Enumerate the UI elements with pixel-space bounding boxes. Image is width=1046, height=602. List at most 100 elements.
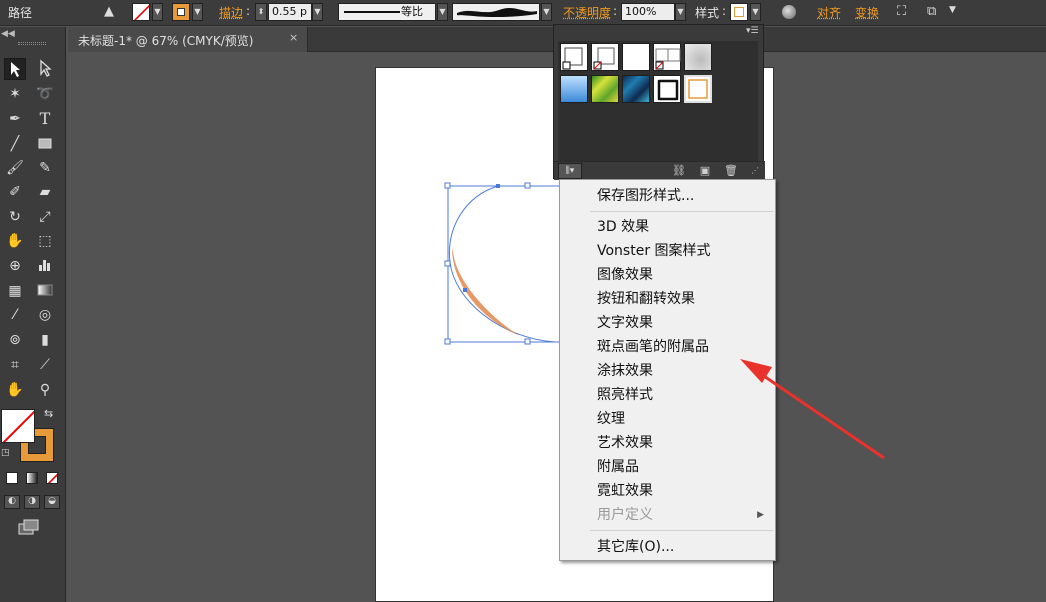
direct-selection-tool-icon[interactable] [34, 58, 56, 80]
arrange-icon[interactable]: ⧉ [927, 4, 936, 19]
scale-tool-icon[interactable]: ⤢ [34, 206, 56, 228]
menu-item-illuminate-styles[interactable]: 照亮样式 [561, 383, 774, 407]
isolate-icon[interactable]: ⛶ [897, 4, 906, 19]
stroke-weight-stepper[interactable]: ⬍ [255, 3, 267, 21]
style-tile-blue-gradient[interactable] [560, 75, 588, 103]
style-tile-default[interactable] [560, 43, 588, 71]
style-tile-green-swirl[interactable] [591, 75, 619, 103]
opacity-dropdown[interactable]: ▼ [675, 3, 686, 21]
rectangle-tool-icon[interactable] [34, 133, 56, 155]
stroke-label[interactable]: 描边 [219, 4, 243, 21]
default-fill-stroke-icon[interactable]: ◳ [1, 448, 10, 458]
menu-item-vonster-patterns[interactable]: Vonster 图案样式 [561, 239, 774, 263]
artboard-tool-icon[interactable]: ⌗ [4, 354, 26, 376]
recolor-icon[interactable] [782, 5, 796, 19]
new-style-icon[interactable]: ▣ [698, 164, 712, 178]
colon-3: : [722, 4, 727, 18]
style-tile-rough-border[interactable] [653, 75, 681, 103]
menu-item-blob-brush-accessories[interactable]: 斑点画笔的附属品 [561, 335, 774, 359]
screen-mode-icon[interactable] [18, 519, 40, 535]
brush-dropdown[interactable]: ▼ [541, 3, 552, 21]
opacity-label[interactable]: 不透明度 [563, 4, 611, 21]
free-transform-tool-icon[interactable]: ⬚ [34, 230, 56, 252]
style-tile-soft-shadow[interactable] [684, 43, 712, 71]
line-tool-icon[interactable]: ╱ [4, 133, 26, 155]
panel-grip[interactable] [18, 42, 46, 45]
color-mode-button[interactable] [6, 472, 18, 484]
swap-fill-stroke-icon[interactable]: ⇆ [44, 407, 53, 420]
style-tile-orange-brush[interactable] [684, 75, 712, 103]
menu-item-other-library[interactable]: 其它库(O)... [561, 535, 774, 559]
menu-item-3d-effects[interactable]: 3D 效果 [561, 215, 774, 239]
gradient-tool-icon[interactable] [34, 280, 56, 302]
close-tab-icon[interactable]: × [289, 31, 298, 44]
blob-brush-tool-icon[interactable]: ✐ [4, 181, 26, 203]
control-bar: 路径 ▲ ▼ ▼ 描边 : ⬍ 0.55 p ▼ 等比 ▼ ▼ 不透明度 : 1… [0, 0, 1046, 26]
graphic-styles-panel: ▾☰ ⫼▾ ⛓ ▣ 🗑 ⋰ [553, 24, 765, 180]
draw-behind-icon[interactable]: ◑ [24, 495, 40, 509]
styles-library-menu-icon[interactable]: ⫼▾ [558, 163, 582, 179]
warp-tool-icon[interactable]: ✋ [4, 230, 26, 252]
menu-item-artistic-effects[interactable]: 艺术效果 [561, 431, 774, 455]
style-tile-no-stroke[interactable] [591, 43, 619, 71]
shape-builder-tool-icon[interactable]: ⊕ [4, 255, 26, 277]
slice-tool-icon[interactable]: ⟋ [34, 354, 56, 376]
document-tab[interactable]: 未标题-1* @ 67% (CMYK/预览) × [68, 27, 308, 52]
stroke-profile-dropdown[interactable]: ▼ [437, 3, 448, 21]
fill-dropdown[interactable]: ▼ [152, 3, 163, 21]
magic-wand-tool-icon[interactable]: ✶ [4, 83, 26, 105]
stroke-weight-field[interactable]: 0.55 p [268, 3, 312, 21]
style-tile-split[interactable] [653, 43, 681, 71]
warning-icon: ▲ [104, 4, 114, 19]
opacity-field[interactable]: 100% [621, 3, 675, 21]
menu-item-neon-effects[interactable]: 霓虹效果 [561, 479, 774, 503]
pencil-tool-icon[interactable]: ✎ [34, 157, 56, 179]
style-swatch[interactable] [730, 3, 748, 21]
menu-item-accessories[interactable]: 附属品 [561, 455, 774, 479]
resize-grip-icon[interactable]: ⋰ [748, 164, 762, 178]
rotate-tool-icon[interactable]: ↻ [4, 206, 26, 228]
draw-inside-icon[interactable]: ◒ [44, 495, 60, 509]
eraser-tool-icon[interactable]: ▰ [34, 181, 56, 203]
blend-tool-icon[interactable]: ◎ [34, 304, 56, 326]
menu-item-button-rollover[interactable]: 按钮和翻转效果 [561, 287, 774, 311]
control-menu-chevron-icon[interactable]: ▼ [949, 5, 956, 15]
selection-tool-icon[interactable] [4, 58, 26, 80]
type-tool-icon[interactable]: T [34, 108, 56, 130]
gradient-mode-button[interactable] [26, 472, 38, 484]
brush-definition-field[interactable] [452, 3, 540, 21]
hand-tool-icon[interactable]: ✋ [4, 379, 26, 401]
menu-item-type-effects[interactable]: 文字效果 [561, 311, 774, 335]
menu-item-textures[interactable]: 纹理 [561, 407, 774, 431]
delete-style-icon[interactable]: 🗑 [724, 164, 738, 178]
style-tile-blue-swirl[interactable] [622, 75, 650, 103]
eyedropper-tool-icon[interactable]: ⁄ [4, 304, 26, 326]
graph-tool-icon[interactable] [34, 255, 56, 277]
mesh-tool-icon[interactable]: ▦ [4, 280, 26, 302]
stroke-swatch[interactable] [172, 3, 190, 21]
collapse-panel-icon[interactable]: ◀◀ [1, 29, 15, 39]
column-graph-tool-icon[interactable]: ▮ [34, 329, 56, 351]
fill-color-box[interactable] [1, 409, 35, 443]
lasso-tool-icon[interactable]: ➰ [34, 83, 56, 105]
style-label: 样式 [695, 6, 720, 20]
style-tile-white[interactable] [622, 43, 650, 71]
transform-label[interactable]: 变换 [855, 4, 879, 21]
pen-tool-icon[interactable]: ✒ [4, 108, 26, 130]
menu-item-scribble-effects[interactable]: 涂抹效果 [561, 359, 774, 383]
draw-normal-icon[interactable]: ◐ [4, 495, 20, 509]
stroke-profile-field[interactable]: 等比 [338, 3, 436, 21]
align-label[interactable]: 对齐 [817, 4, 841, 21]
panel-menu-icon[interactable]: ▾☰ [746, 26, 759, 36]
paintbrush-tool-icon[interactable]: 🖌 [4, 157, 26, 179]
fill-swatch[interactable] [132, 3, 150, 21]
menu-item-save-graphic-styles[interactable]: 保存图形样式... [561, 184, 774, 208]
stroke-weight-dropdown[interactable]: ▼ [312, 3, 323, 21]
break-link-icon[interactable]: ⛓ [672, 164, 686, 178]
stroke-dropdown[interactable]: ▼ [192, 3, 203, 21]
symbol-sprayer-tool-icon[interactable]: ⊚ [4, 329, 26, 351]
none-mode-button[interactable] [46, 472, 58, 484]
zoom-tool-icon[interactable]: ⚲ [34, 379, 56, 401]
menu-item-image-effects[interactable]: 图像效果 [561, 263, 774, 287]
style-dropdown[interactable]: ▼ [750, 3, 761, 21]
